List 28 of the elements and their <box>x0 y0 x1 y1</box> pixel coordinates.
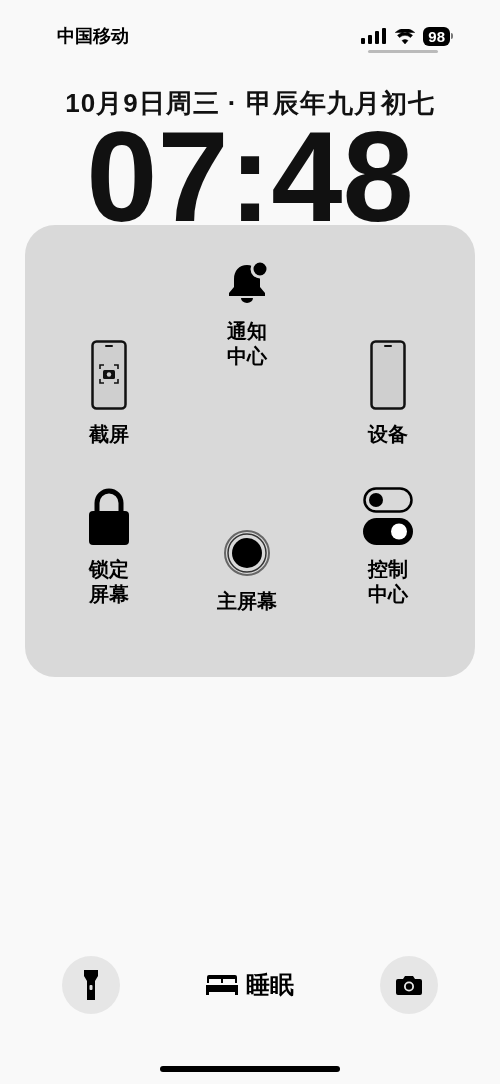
menu-item[interactable]: 通知中心 <box>223 259 271 369</box>
menu-label: 主屏幕 <box>217 589 277 614</box>
menu-label: 控制中心 <box>366 557 409 607</box>
battery-indicator: 98 <box>423 26 453 46</box>
carrier: 中国移动 <box>57 24 129 48</box>
menu-item[interactable]: 锁定屏幕 <box>87 487 131 607</box>
menu-label: 设备 <box>368 422 408 447</box>
menu-item[interactable]: 控制中心 <box>363 487 413 607</box>
lock-icon <box>89 487 129 545</box>
menu-item[interactable]: 主屏幕 <box>217 529 277 614</box>
wifi-icon <box>395 28 416 44</box>
menu-label: 锁定屏幕 <box>87 557 130 607</box>
menu-label: 截屏 <box>89 422 129 447</box>
phone-camera-icon <box>91 340 127 410</box>
home-button-icon <box>223 529 271 577</box>
signal-icon <box>361 28 388 44</box>
camera-icon <box>396 975 422 995</box>
status-indicator <box>368 50 438 53</box>
clock: 07:48 <box>86 127 414 229</box>
menu-label: 通知中心 <box>226 319 268 369</box>
flashlight-icon <box>84 970 98 1000</box>
toggles-icon <box>363 487 413 545</box>
phone-icon <box>370 340 406 410</box>
bed-icon <box>206 975 238 995</box>
focus-label: 睡眠 <box>246 970 294 1000</box>
date: 10月9日周三 · 甲辰年九月初七 <box>65 87 435 119</box>
menu-item[interactable]: 设备 <box>368 340 408 447</box>
menu-item[interactable]: 截屏 <box>89 340 129 447</box>
